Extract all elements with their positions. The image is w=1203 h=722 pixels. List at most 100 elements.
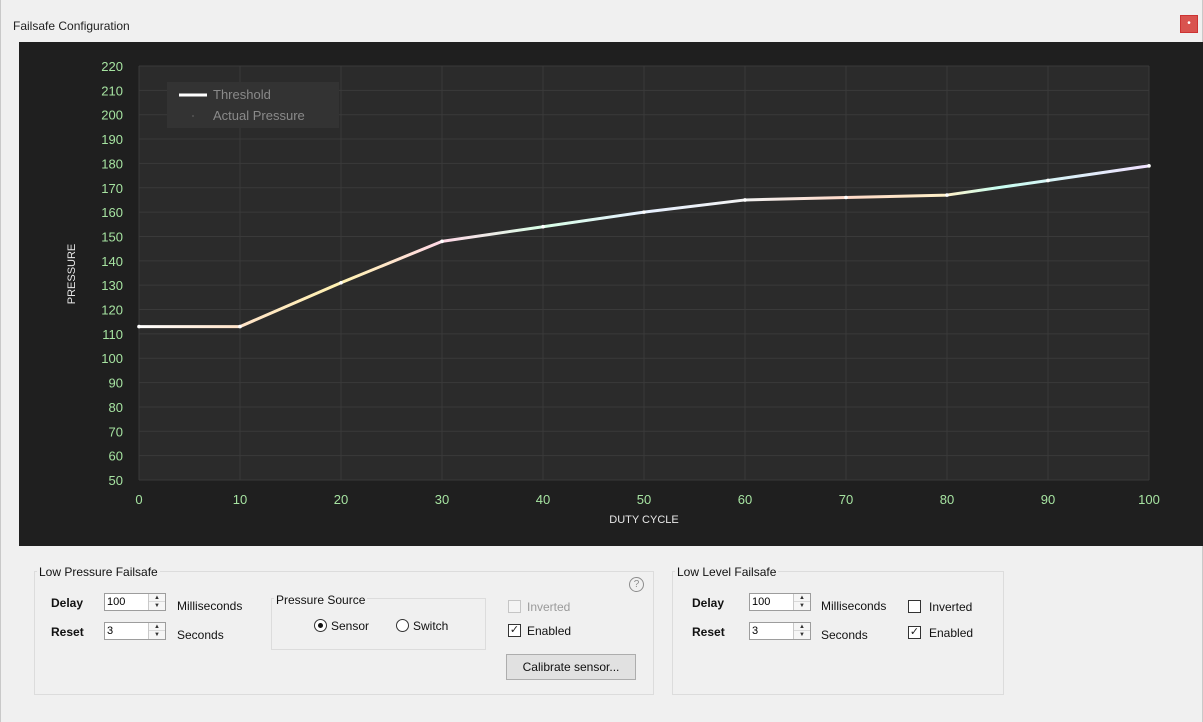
lp-reset-input[interactable]: [107, 624, 149, 638]
threshold-point: [238, 324, 242, 329]
threshold-point: [1147, 164, 1151, 168]
ll-delay-unit: Milliseconds: [821, 599, 887, 613]
spin-up-icon[interactable]: ▲: [794, 623, 810, 631]
y-tick-label: 180: [101, 156, 123, 171]
lp-reset-stepper[interactable]: ▲ ▼: [104, 622, 166, 640]
y-tick-label: 220: [101, 59, 123, 74]
spin-down-icon[interactable]: ▼: [149, 602, 165, 610]
ll-reset-unit: Seconds: [821, 628, 868, 642]
lp-delay-input[interactable]: [107, 595, 149, 609]
failsafe-window: Failsafe Configuration • 50 60 70 80 90 …: [0, 0, 1203, 722]
ll-delay-label: Delay: [692, 596, 725, 610]
x-tick-label: 0: [135, 492, 142, 507]
threshold-point: [339, 280, 343, 285]
ll-reset-spin[interactable]: ▲ ▼: [793, 623, 810, 639]
close-button[interactable]: •: [1180, 15, 1198, 33]
threshold-point: [945, 193, 949, 197]
y-tick-label: 200: [101, 108, 123, 123]
spin-down-icon[interactable]: ▼: [794, 602, 810, 610]
y-tick-label: 110: [102, 327, 123, 342]
x-tick-label: 50: [637, 492, 651, 507]
pressure-chart-panel: 50 60 70 80 90 100 110 120 130 140 150 160 170 180 190…: [19, 42, 1203, 546]
y-tick-label: 100: [101, 351, 123, 366]
lp-delay-stepper[interactable]: ▲ ▼: [104, 593, 166, 611]
ll-reset-stepper[interactable]: ▲ ▼: [749, 622, 811, 640]
legend-actual-pressure-swatch: [192, 115, 194, 117]
threshold-point: [844, 195, 848, 200]
pressure-chart: 50 60 70 80 90 100 110 120 130 140 150 160 170 180 190…: [66, 59, 1160, 526]
x-tick-label: 20: [334, 492, 348, 507]
threshold-point: [541, 224, 545, 229]
switch-radio[interactable]: [396, 619, 409, 632]
threshold-point: [743, 198, 747, 202]
lp-delay-spin[interactable]: ▲ ▼: [148, 594, 165, 610]
y-tick-label: 90: [109, 376, 123, 391]
ll-inverted-label: Inverted: [929, 600, 973, 614]
spin-up-icon[interactable]: ▲: [794, 594, 810, 602]
lp-enabled-label: Enabled: [527, 624, 572, 638]
help-icon[interactable]: ?: [629, 577, 644, 592]
sensor-radio-label[interactable]: Sensor: [331, 619, 369, 633]
y-tick-label: 130: [101, 278, 123, 293]
y-tick-label: 170: [101, 181, 123, 196]
lp-delay-unit: Milliseconds: [177, 599, 243, 613]
ll-enabled-checkbox[interactable]: ✓: [908, 626, 921, 639]
y-tick-label: 50: [109, 473, 123, 488]
x-tick-label: 80: [940, 492, 954, 507]
y-tick-label: 120: [101, 303, 123, 318]
lp-delay-label: Delay: [51, 596, 84, 610]
threshold-point: [642, 210, 646, 214]
spin-up-icon[interactable]: ▲: [149, 623, 165, 631]
ll-enabled-label: Enabled: [929, 626, 974, 640]
spin-down-icon[interactable]: ▼: [794, 631, 810, 639]
sensor-radio[interactable]: [314, 619, 327, 632]
check-icon: ✓: [909, 626, 920, 638]
x-tick-label: 60: [738, 492, 752, 507]
threshold-point: [1046, 178, 1050, 183]
lp-reset-unit: Seconds: [177, 628, 224, 642]
pressure-source-title: Pressure Source: [274, 593, 368, 607]
y-tick-label: 60: [109, 449, 123, 464]
lp-inverted-checkbox[interactable]: [508, 600, 521, 613]
threshold-point: [137, 324, 141, 329]
title-bar: Failsafe Configuration •: [1, 0, 1202, 42]
y-tick-label: 210: [101, 83, 123, 98]
y-axis-title: PRESSURE: [66, 244, 78, 305]
legend-actual-pressure-label: Actual Pressure: [213, 108, 305, 123]
ll-inverted-checkbox[interactable]: [908, 600, 921, 613]
spin-up-icon[interactable]: ▲: [149, 594, 165, 602]
threshold-point: [440, 239, 444, 244]
y-tick-label: 190: [101, 132, 123, 147]
ll-delay-input[interactable]: [752, 595, 794, 609]
lp-inverted-label: Inverted: [527, 600, 571, 614]
y-axis-ticks: 50 60 70 80 90 100 110 120 130 140 150 160 170 180 190…: [101, 59, 123, 488]
lp-reset-label: Reset: [51, 625, 84, 639]
y-tick-label: 80: [109, 400, 123, 415]
y-tick-label: 150: [101, 229, 123, 244]
window-title: Failsafe Configuration: [13, 19, 130, 33]
sensor-radio-dot: [318, 623, 323, 628]
x-axis-title: DUTY CYCLE: [609, 514, 678, 526]
y-tick-label: 70: [109, 424, 123, 439]
check-icon: ✓: [509, 624, 520, 636]
legend-threshold-label: Threshold: [213, 87, 271, 102]
spin-down-icon[interactable]: ▼: [149, 631, 165, 639]
switch-radio-label[interactable]: Switch: [413, 619, 448, 633]
x-tick-label: 100: [1138, 492, 1160, 507]
close-icon: •: [1187, 18, 1191, 29]
x-tick-label: 70: [839, 492, 853, 507]
x-tick-label: 30: [435, 492, 449, 507]
lp-reset-spin[interactable]: ▲ ▼: [148, 623, 165, 639]
x-axis-ticks: 0 10 20 30 40 50 60 70 80 90 100: [135, 492, 1159, 507]
ll-reset-input[interactable]: [752, 624, 794, 638]
lp-enabled-checkbox[interactable]: ✓: [508, 624, 521, 637]
x-tick-label: 90: [1041, 492, 1055, 507]
ll-delay-stepper[interactable]: ▲ ▼: [749, 593, 811, 611]
calibrate-sensor-button[interactable]: Calibrate sensor...: [506, 654, 636, 680]
x-tick-label: 40: [536, 492, 550, 507]
low-level-failsafe-title: Low Level Failsafe: [675, 565, 779, 579]
y-tick-label: 160: [101, 205, 123, 220]
ll-reset-label: Reset: [692, 625, 725, 639]
ll-delay-spin[interactable]: ▲ ▼: [793, 594, 810, 610]
y-tick-label: 140: [101, 254, 123, 269]
